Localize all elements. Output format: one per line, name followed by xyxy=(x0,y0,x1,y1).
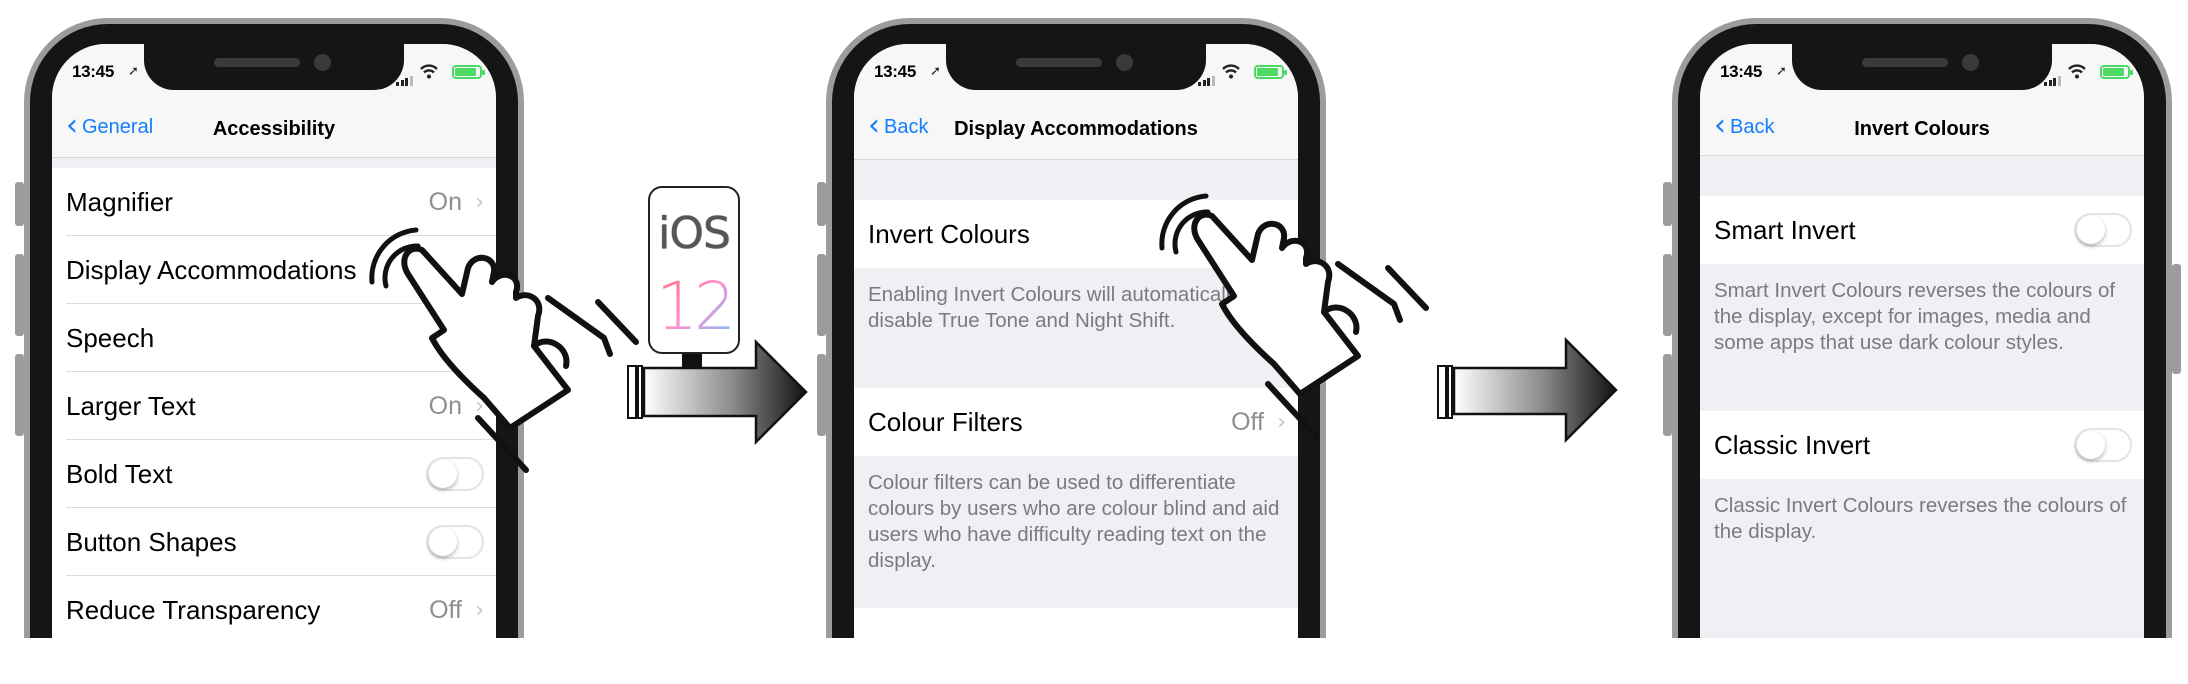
row-invert-colours[interactable]: Invert Colours › xyxy=(854,200,1298,268)
row-magnifier[interactable]: Magnifier On › xyxy=(52,168,496,236)
row-reduce-transparency[interactable]: Reduce Transparency Off › xyxy=(52,576,496,638)
row-value: On xyxy=(428,391,462,420)
side-button xyxy=(15,182,24,226)
phone-invert-colours: 13:45 ➚ ‹ Back Invert Colours Smart Inve… xyxy=(1663,18,2181,638)
phone-accessibility: 13:45 ➚ ‹ General Accessibility Magnifie… xyxy=(15,18,524,638)
row-label: Bold Text xyxy=(66,458,173,489)
row-next[interactable] xyxy=(854,608,1298,638)
settings-list: Smart Invert Smart Invert Colours revers… xyxy=(1700,156,2144,638)
location-icon: ➚ xyxy=(128,63,139,78)
side-button xyxy=(1663,182,1672,226)
volume-down-button xyxy=(817,354,826,436)
battery-icon xyxy=(1254,65,1287,79)
notch xyxy=(946,44,1206,90)
page-title: Display Accommodations xyxy=(954,118,1198,140)
row-label: Classic Invert xyxy=(1714,429,1871,460)
ios-version-badge: iOS 12 xyxy=(648,186,740,354)
status-time: 13:45 xyxy=(72,62,114,81)
row-label: Invert Colours xyxy=(868,218,1030,249)
row-smart-invert: Smart Invert xyxy=(1700,196,2144,264)
row-label: Speech xyxy=(66,322,155,353)
battery-icon xyxy=(2100,65,2133,79)
nav-bar: ‹ General Accessibility xyxy=(52,100,496,158)
classic-invert-toggle[interactable] xyxy=(2074,428,2132,462)
settings-list: Magnifier On › Display Accommodations › … xyxy=(52,168,496,638)
row-button-shapes: Button Shapes xyxy=(52,508,496,576)
status-time: 13:45 xyxy=(874,62,916,81)
row-label: Display Accommodations xyxy=(66,254,357,285)
volume-down-button xyxy=(1663,354,1672,436)
nav-bar: ‹ Back Invert Colours xyxy=(1700,100,2144,156)
row-label: Reduce Transparency xyxy=(66,594,321,625)
ios-label: iOS xyxy=(658,208,731,259)
row-value: On xyxy=(428,187,462,216)
arrow-right-icon xyxy=(1437,336,1618,444)
classic-invert-footer: Classic Invert Colours reverses the colo… xyxy=(1714,494,2127,543)
wifi-icon xyxy=(420,64,438,79)
row-display-accommodations[interactable]: Display Accommodations › xyxy=(52,236,496,304)
row-larger-text[interactable]: Larger Text On › xyxy=(52,372,496,440)
phone-display-accommodations: 13:45 ➚ ‹ Back Display Accommodations In… xyxy=(817,18,1326,638)
colour-filters-footer: Colour filters can be used to differenti… xyxy=(868,471,1280,572)
arrow-right-icon xyxy=(627,338,808,446)
chevron-right-icon: › xyxy=(475,257,484,283)
page-title: Accessibility xyxy=(212,118,336,140)
side-button xyxy=(817,182,826,226)
nav-bar: ‹ Back Display Accommodations xyxy=(854,100,1298,160)
battery-icon xyxy=(452,65,485,79)
volume-up-button xyxy=(1663,254,1672,336)
wifi-icon xyxy=(2068,64,2086,79)
screen: 13:45 ➚ ‹ Back Invert Colours Smart Inve… xyxy=(1700,44,2144,638)
notch xyxy=(144,44,404,90)
location-icon: ➚ xyxy=(1776,63,1787,78)
row-speech[interactable]: Speech › xyxy=(52,304,496,372)
ios-version-number: 12 xyxy=(650,268,738,345)
row-label: Button Shapes xyxy=(66,526,237,557)
chevron-right-icon: › xyxy=(475,325,484,351)
status-time: 13:45 xyxy=(1720,62,1762,81)
row-label: Colour Filters xyxy=(868,406,1023,437)
volume-up-button xyxy=(817,254,826,336)
row-label: Larger Text xyxy=(66,390,196,421)
chevron-right-icon: › xyxy=(475,189,484,215)
row-bold-text: Bold Text xyxy=(52,440,496,508)
screen: 13:45 ➚ ‹ General Accessibility Magnifie… xyxy=(52,44,496,638)
location-icon: ➚ xyxy=(930,63,941,78)
volume-down-button xyxy=(15,354,24,436)
row-value: Off xyxy=(429,595,462,624)
row-label: Magnifier xyxy=(66,186,173,217)
chevron-right-icon: › xyxy=(475,597,484,623)
chevron-right-icon: › xyxy=(1277,409,1286,435)
button-shapes-toggle[interactable] xyxy=(426,525,484,559)
chevron-right-icon: › xyxy=(1277,221,1286,247)
invert-colours-footer: Enabling Invert Colours will automatical… xyxy=(868,283,1241,332)
row-classic-invert: Classic Invert xyxy=(1700,411,2144,479)
settings-list: Invert Colours › Enabling Invert Colours… xyxy=(854,160,1298,638)
row-colour-filters[interactable]: Colour Filters Off › xyxy=(854,388,1298,456)
bold-text-toggle[interactable] xyxy=(426,457,484,491)
page-title: Invert Colours xyxy=(1854,118,1990,140)
chevron-right-icon: › xyxy=(475,393,484,419)
badge-connector xyxy=(682,354,702,368)
wifi-icon xyxy=(1222,64,1240,79)
row-value: Off xyxy=(1231,407,1264,436)
volume-up-button xyxy=(15,254,24,336)
screen: 13:45 ➚ ‹ Back Display Accommodations In… xyxy=(854,44,1298,638)
smart-invert-toggle[interactable] xyxy=(2074,213,2132,247)
power-button xyxy=(2172,264,2181,374)
row-label: Smart Invert xyxy=(1714,214,1856,245)
notch xyxy=(1792,44,2052,90)
smart-invert-footer: Smart Invert Colours reverses the colour… xyxy=(1714,279,2116,354)
